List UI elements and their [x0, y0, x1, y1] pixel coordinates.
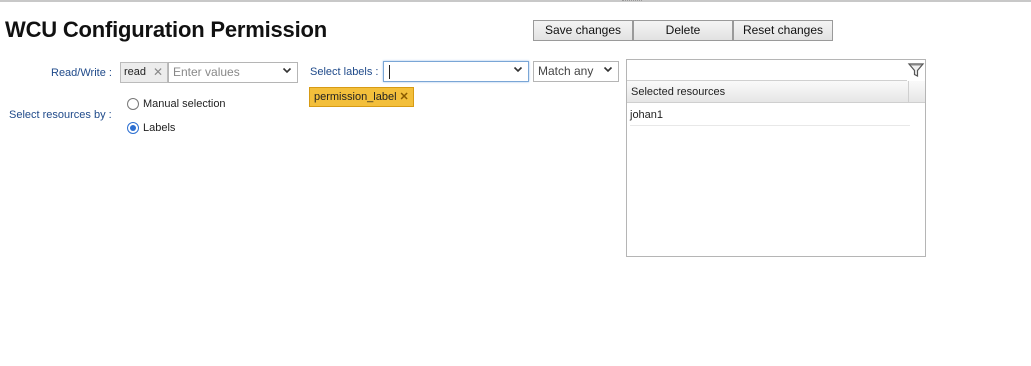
read-write-input[interactable]: Enter values	[168, 62, 298, 83]
list-item[interactable]: johan1	[630, 107, 910, 126]
delete-button[interactable]: Delete	[633, 20, 733, 41]
resource-search-input[interactable]	[627, 60, 907, 81]
resize-grip[interactable]	[622, 0, 642, 3]
select-labels-label: Select labels :	[310, 66, 379, 78]
read-value-chip: read ✕	[120, 62, 168, 83]
chevron-down-icon[interactable]	[513, 62, 523, 81]
read-value-text: read	[124, 66, 147, 78]
remove-read-icon[interactable]: ✕	[153, 63, 163, 82]
page-title: WCU Configuration Permission	[5, 17, 327, 42]
labels-radio[interactable]	[127, 122, 139, 134]
filter-icon[interactable]	[907, 61, 925, 79]
save-changes-button[interactable]: Save changes	[533, 20, 633, 41]
permission-label-tag: permission_label ✕	[309, 87, 414, 107]
labels-radio-label[interactable]: Labels	[143, 122, 175, 134]
read-write-label: Read/Write :	[51, 67, 112, 79]
manual-selection-label[interactable]: Manual selection	[143, 98, 226, 110]
select-resources-label: Select resources by :	[9, 109, 112, 121]
read-write-placeholder: Enter values	[173, 65, 240, 79]
tag-text: permission_label	[314, 91, 397, 103]
match-mode-select[interactable]: Match any	[533, 61, 619, 82]
chevron-down-icon[interactable]	[603, 62, 613, 81]
selected-resources-panel: Selected resources johan1	[626, 59, 926, 257]
selected-resources-header[interactable]: Selected resources	[627, 81, 909, 103]
reset-changes-button[interactable]: Reset changes	[733, 20, 833, 41]
chevron-down-icon[interactable]	[282, 63, 292, 82]
header-spacer	[909, 81, 925, 103]
manual-selection-radio[interactable]	[127, 98, 139, 110]
remove-tag-icon[interactable]: ✕	[400, 91, 409, 103]
text-caret	[389, 65, 390, 79]
labels-input[interactable]	[383, 61, 529, 82]
top-border	[0, 0, 1031, 2]
match-mode-value: Match any	[538, 64, 594, 78]
